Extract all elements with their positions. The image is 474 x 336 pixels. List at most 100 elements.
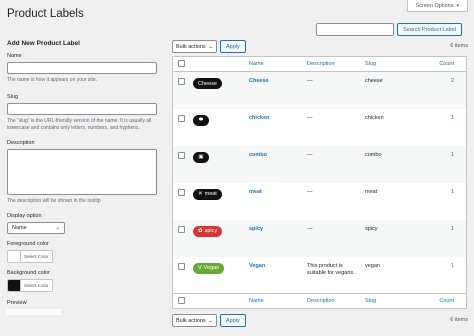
- row-checkbox[interactable]: [178, 151, 185, 159]
- name-field[interactable]: [7, 62, 157, 74]
- label-name-link[interactable]: meat: [249, 189, 262, 195]
- description-cell: —: [303, 71, 361, 109]
- foreground-select-color-button[interactable]: Select Color: [21, 254, 52, 259]
- slug-description: The “slug” is the URL-friendly version o…: [7, 117, 152, 132]
- background-color-picker[interactable]: Select Color: [7, 279, 53, 292]
- label-name-link[interactable]: spicy: [249, 226, 263, 232]
- column-description-footer: Description: [303, 293, 361, 309]
- description-field[interactable]: [7, 148, 157, 195]
- add-new-label-form: Add New Product Label Name The name is h…: [7, 40, 159, 315]
- search-input[interactable]: [316, 23, 395, 36]
- label-name-link[interactable]: Vegan: [249, 263, 265, 269]
- preview-label: Preview: [7, 300, 27, 306]
- select-all-checkbox[interactable]: [178, 59, 185, 67]
- description-cell: —: [303, 145, 361, 183]
- search-box: Search Product Label: [316, 23, 462, 36]
- slug-field[interactable]: [7, 102, 157, 115]
- table-row: V Vegan Vegan This product is suitable fo…: [173, 257, 467, 294]
- badge-cell: V Vegan: [189, 257, 245, 294]
- apply-button[interactable]: Apply: [220, 314, 246, 327]
- name-cell: combo: [245, 145, 303, 183]
- description-label: Description: [7, 139, 35, 146]
- display-option-select[interactable]: Name ⌄: [7, 222, 65, 234]
- tablenav-top: Bulk actions ⌄ Apply: [172, 40, 246, 53]
- row-checkbox[interactable]: [178, 114, 185, 122]
- foreground-color-label: Foreground color: [7, 241, 49, 247]
- badge-cell: ⬬: [189, 109, 245, 146]
- badge-cell: ✕ meat: [189, 183, 245, 220]
- column-slug-footer[interactable]: Slug: [361, 293, 431, 309]
- cutlery-icon: ✕: [198, 191, 203, 197]
- column-count[interactable]: Count: [431, 56, 467, 72]
- search-button[interactable]: Search Product Label: [397, 23, 462, 36]
- foreground-color-swatch: [8, 251, 21, 262]
- row-checkbox[interactable]: [178, 225, 185, 233]
- description-cell: This product is suitable for vegans.: [307, 262, 355, 277]
- select-all-cell: [172, 56, 189, 72]
- badge-cell: ▣: [189, 145, 245, 183]
- count-link[interactable]: 1: [451, 189, 454, 195]
- foreground-color-picker[interactable]: Select Color: [7, 250, 53, 263]
- column-slug[interactable]: Slug: [361, 56, 431, 72]
- slug-cell: cheese: [361, 71, 431, 109]
- display-option-label: Display option: [7, 213, 42, 219]
- select-all-checkbox[interactable]: [178, 296, 185, 304]
- bulk-actions-label: Bulk actions: [176, 43, 206, 50]
- name-description: The name is how it appears on your site.: [7, 77, 98, 83]
- bulk-actions-select[interactable]: Bulk actions ⌄: [172, 314, 217, 327]
- table-row: ⬬ chicken — chicken 1: [173, 109, 467, 146]
- label-name-link[interactable]: Cheese: [249, 78, 269, 84]
- column-name-footer[interactable]: Name: [245, 293, 303, 309]
- slug-cell: meat: [365, 188, 378, 195]
- screen-options-label: Screen Options: [415, 2, 454, 9]
- background-select-color-button[interactable]: Select Color: [21, 283, 52, 288]
- table-row: ▣ combo — combo 1: [172, 145, 467, 183]
- count-link[interactable]: 1: [451, 226, 454, 232]
- count-cell: 1: [431, 183, 467, 220]
- badge-cell: Cheese: [189, 71, 245, 109]
- row-checkbox[interactable]: [178, 262, 185, 270]
- count-cell: 1: [431, 109, 467, 146]
- items-count: 6 items: [450, 317, 468, 323]
- caret-down-icon: ▾: [456, 2, 459, 9]
- label-badge: ✿ spicy: [193, 225, 223, 237]
- row-checkbox-cell: [172, 145, 189, 183]
- count-link[interactable]: 2: [451, 78, 454, 84]
- count-link[interactable]: 1: [451, 263, 454, 269]
- chili-icon: ✿: [198, 228, 203, 234]
- row-checkbox[interactable]: [178, 78, 185, 85]
- column-name[interactable]: Name: [245, 56, 303, 72]
- form-heading: Add New Product Label: [7, 40, 80, 47]
- slug-cell: combo: [361, 145, 431, 183]
- count-link[interactable]: 1: [451, 115, 454, 121]
- count-cell: 1: [431, 257, 467, 294]
- row-checkbox-cell: [173, 257, 190, 294]
- label-name-link[interactable]: combo: [249, 152, 267, 158]
- apply-button[interactable]: Apply: [220, 40, 246, 53]
- column-count-footer[interactable]: Count: [431, 293, 467, 309]
- name-label: Name: [7, 53, 22, 59]
- display-option-value: Name: [12, 225, 27, 231]
- count-link[interactable]: 1: [451, 152, 454, 158]
- select-all-cell: [172, 293, 189, 309]
- count-cell: 1: [431, 219, 467, 257]
- name-cell: Vegan: [245, 257, 303, 294]
- row-checkbox-cell: [172, 219, 189, 257]
- preview-area: [7, 309, 61, 315]
- pill-icon: ⬬: [198, 116, 204, 123]
- count-cell: 2: [431, 71, 467, 109]
- row-checkbox[interactable]: [178, 188, 185, 196]
- description-help: The description will be shown in the too…: [7, 197, 101, 204]
- row-checkbox-cell: [172, 71, 189, 109]
- screen-options-toggle[interactable]: Screen Options ▾: [406, 0, 468, 12]
- description-cell: —: [307, 114, 313, 121]
- table-header-row: Name Description Slug Count: [172, 56, 467, 72]
- name-cell: chicken: [245, 109, 303, 146]
- bulk-actions-label: Bulk actions: [176, 317, 206, 324]
- column-description: Description: [303, 56, 361, 72]
- background-color-label: Background color: [7, 270, 50, 276]
- bulk-actions-select[interactable]: Bulk actions ⌄: [172, 40, 217, 53]
- page-title: Product Labels: [7, 8, 84, 20]
- background-color-swatch: [8, 280, 21, 291]
- label-name-link[interactable]: chicken: [249, 115, 269, 121]
